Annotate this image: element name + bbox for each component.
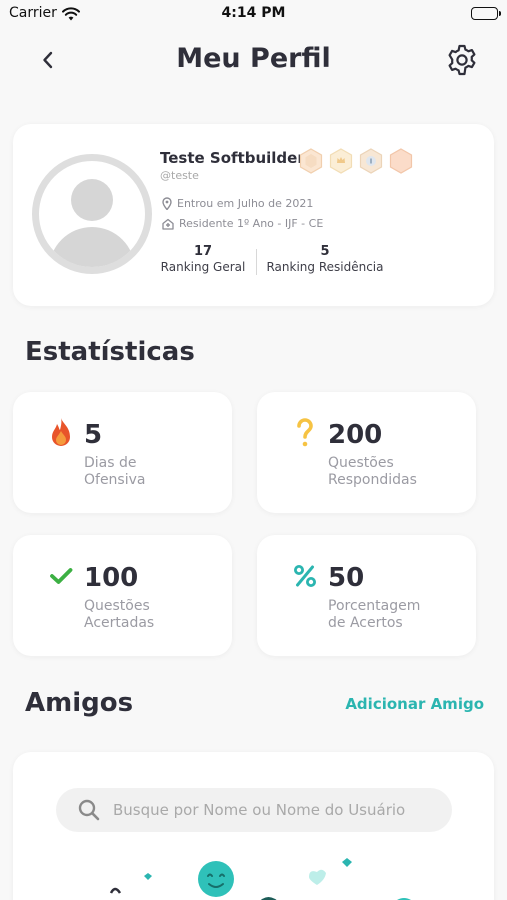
badge-hexagon-icon[interactable]: [389, 148, 413, 174]
search-input[interactable]: Busque por Nome ou Nome do Usuário: [56, 788, 452, 832]
stat-value: 5: [84, 420, 103, 450]
search-icon: [78, 799, 100, 821]
stat-label-line2: Respondidas: [328, 472, 417, 488]
check-icon: [47, 560, 75, 592]
profile-card: Teste Softbuilder @teste Entrou em Julho…: [13, 124, 494, 306]
stat-card-offensive: 5 Dias de Ofensiva: [13, 392, 232, 513]
friends-card: Busque por Nome ou Nome do Usuário: [13, 752, 494, 900]
stat-label-line2: Acertadas: [84, 615, 155, 631]
stat-label: Questões Respondidas: [328, 455, 417, 489]
page-title: Meu Perfil: [176, 43, 331, 74]
stat-value: 50: [328, 563, 365, 593]
stat-card-correct: 100 Questões Acertadas: [13, 535, 232, 656]
badge-hexagon-icon[interactable]: [299, 148, 323, 174]
badges-row: [299, 148, 413, 174]
profile-name: Teste Softbuilder: [160, 149, 305, 167]
badge-info-icon[interactable]: [359, 148, 383, 174]
divider: [256, 249, 257, 275]
ranking-residencia: 5 Ranking Residência: [263, 244, 387, 274]
stat-card-percentage: 50 Porcentagem de Acertos: [257, 535, 476, 656]
stat-label-line1: Dias de: [84, 455, 137, 471]
avatar: [32, 154, 152, 274]
joined-text: Entrou em Julho de 2021: [177, 197, 314, 210]
stat-label-line2: Ofensiva: [84, 472, 146, 488]
stat-label: Dias de Ofensiva: [84, 455, 145, 489]
stat-card-answered: 200 Questões Respondidas: [257, 392, 476, 513]
hospital-icon: [162, 218, 174, 230]
ranking-residencia-label: Ranking Residência: [266, 260, 384, 274]
friends-illustration: [109, 858, 411, 900]
joined-info: Entrou em Julho de 2021: [162, 197, 313, 210]
percent-icon: [291, 560, 319, 592]
location-pin-icon: [162, 197, 172, 210]
stat-label-line1: Porcentagem: [328, 598, 421, 614]
badge-crown-icon[interactable]: [329, 148, 353, 174]
search-placeholder: Busque por Nome ou Nome do Usuário: [113, 801, 406, 819]
stat-value: 200: [328, 420, 383, 450]
ranking-geral: 17 Ranking Geral: [158, 244, 248, 274]
question-icon: [291, 417, 319, 449]
stat-label-line1: Questões: [328, 455, 394, 471]
stat-label-line1: Questões: [84, 598, 150, 614]
profile-username: @teste: [160, 169, 199, 182]
stat-label: Questões Acertadas: [84, 598, 154, 632]
stat-label-line2: de Acertos: [328, 615, 403, 631]
fire-icon: [47, 417, 75, 449]
ranking-geral-value: 17: [193, 244, 213, 259]
status-bar: Carrier 4:14 PM: [0, 0, 507, 30]
friends-title: Amigos: [25, 688, 134, 718]
battery-icon: [471, 7, 501, 20]
residence-text: Residente 1º Ano - IJF - CE: [179, 217, 324, 230]
settings-button[interactable]: [444, 42, 480, 78]
stat-value: 100: [84, 563, 139, 593]
gear-icon: [448, 44, 476, 76]
clock: 4:14 PM: [221, 5, 286, 21]
ranking-geral-label: Ranking Geral: [160, 260, 246, 274]
stat-label: Porcentagem de Acertos: [328, 598, 420, 632]
ranking-residencia-value: 5: [320, 244, 330, 259]
stats-title: Estatísticas: [25, 337, 195, 367]
residence-info: Residente 1º Ano - IJF - CE: [162, 217, 323, 230]
add-friend-link[interactable]: Adicionar Amigo: [345, 695, 484, 713]
